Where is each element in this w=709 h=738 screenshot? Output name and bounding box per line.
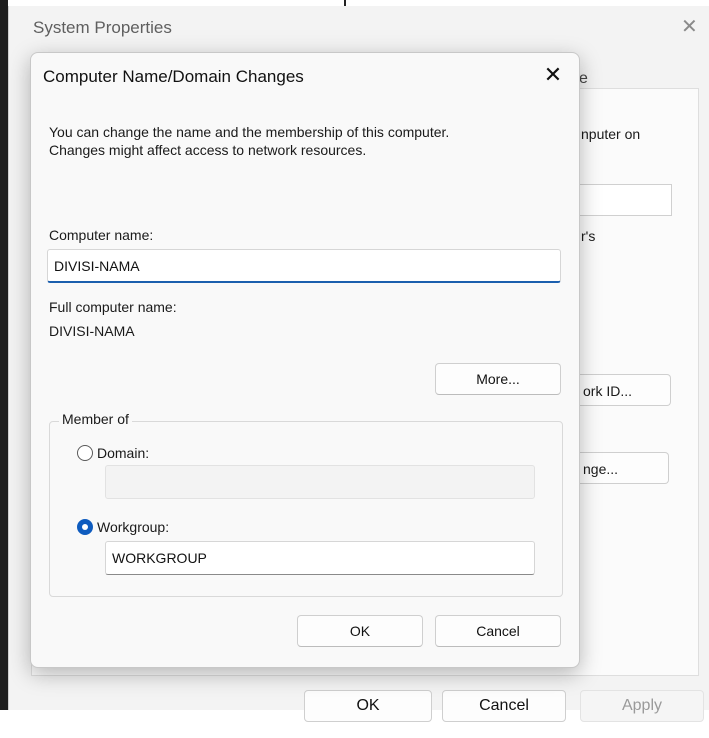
domain-label[interactable]: Domain: (97, 445, 149, 461)
member-of-label: Member of (59, 411, 132, 427)
workgroup-label[interactable]: Workgroup: (97, 519, 169, 535)
domain-radio[interactable] (77, 445, 93, 461)
network-id-button[interactable]: ork ID... (577, 374, 671, 406)
computer-name-label: Computer name: (49, 227, 154, 243)
system-properties-cancel-button[interactable]: Cancel (442, 690, 566, 722)
close-icon[interactable]: ✕ (539, 61, 567, 89)
desktop-left-strip (0, 0, 8, 710)
system-properties-text-fragment: nputer on (581, 126, 641, 142)
description-line-1: You can change the name and the membersh… (49, 124, 450, 140)
system-properties-text-fragment-2: r's (581, 228, 596, 244)
domain-input (105, 465, 535, 499)
ok-button[interactable]: OK (297, 615, 423, 647)
system-properties-description-field[interactable] (577, 184, 672, 216)
workgroup-radio[interactable] (77, 519, 93, 535)
cancel-button[interactable]: Cancel (435, 615, 561, 647)
computer-name-input[interactable] (47, 249, 561, 283)
system-properties-apply-button[interactable]: Apply (580, 690, 704, 722)
system-properties-title: System Properties (33, 18, 172, 37)
dialog-title: Computer Name/Domain Changes (43, 67, 304, 86)
system-properties-close-icon[interactable]: ✕ (681, 14, 698, 39)
workgroup-input[interactable] (105, 541, 535, 575)
system-properties-tab-fragment[interactable]: e (579, 70, 588, 88)
change-button[interactable]: nge... (577, 452, 669, 484)
system-properties-ok-button[interactable]: OK (304, 690, 432, 722)
more-button[interactable]: More... (435, 363, 561, 395)
description-line-2: Changes might affect access to network r… (49, 142, 367, 158)
computer-name-dialog: Computer Name/Domain Changes ✕ You can c… (30, 52, 580, 668)
dialog-description: You can change the name and the membersh… (49, 123, 559, 159)
full-computer-name-label: Full computer name: (49, 299, 177, 315)
full-computer-name-value: DIVISI-NAMA (49, 323, 135, 339)
